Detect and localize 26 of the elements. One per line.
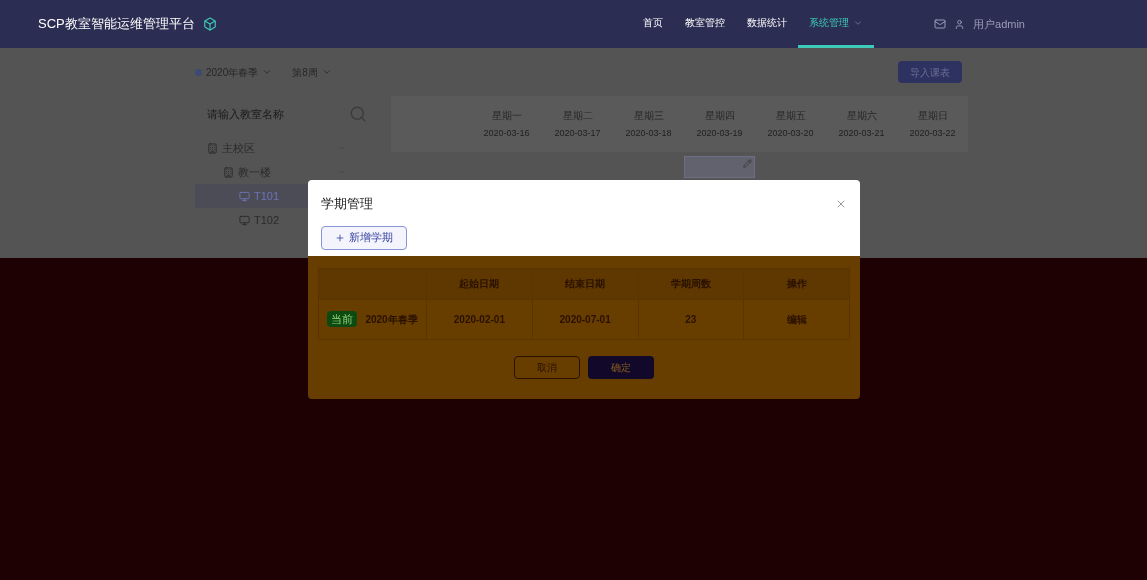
plus-icon <box>335 232 345 243</box>
confirm-button[interactable]: 确定 <box>588 355 654 379</box>
monitor-icon <box>239 214 250 226</box>
caret-icon <box>321 67 332 77</box>
user-name[interactable]: 用户admin <box>973 15 1025 33</box>
search-icon <box>349 105 367 123</box>
user-icon <box>954 18 966 30</box>
building-icon <box>223 166 234 178</box>
term-name: 2020年春季 <box>365 312 418 327</box>
table-cell: 2020-07-01 <box>532 299 639 339</box>
building-icon <box>207 142 218 154</box>
add-term-button[interactable]: 新增学期 <box>321 225 407 250</box>
nav-tab[interactable]: 数据统计 <box>736 0 799 48</box>
caret-icon <box>262 67 273 77</box>
pencil-icon <box>743 159 752 168</box>
nav-tab[interactable]: 教室管控 <box>674 0 737 48</box>
table-cell: 23 <box>638 299 745 339</box>
date-label: 2020-03-17 <box>554 126 601 140</box>
monitor-icon <box>239 190 250 202</box>
mail-icon[interactable] <box>934 18 947 30</box>
table-cell: 2020-02-01 <box>427 299 533 339</box>
current-tag: 当前 <box>327 310 358 328</box>
cube-icon <box>202 17 217 31</box>
nav-tab[interactable]: 首页 <box>632 0 675 48</box>
edit-link[interactable]: 编辑 <box>786 311 807 327</box>
app-title: SCP教室智能运维管理平台 <box>38 15 195 34</box>
